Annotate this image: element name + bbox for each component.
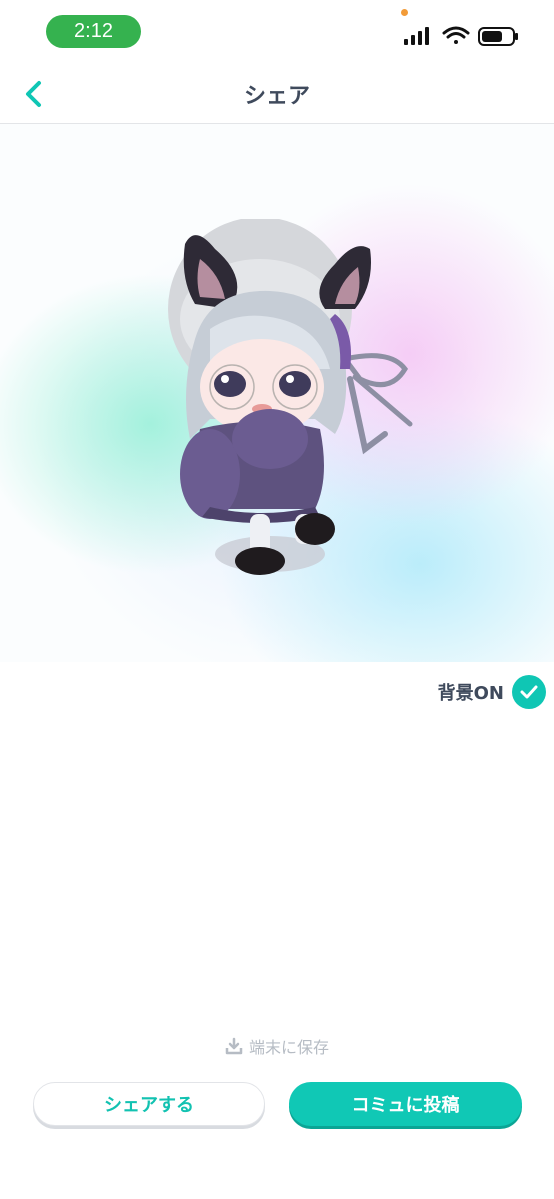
- signal-icon: [404, 27, 429, 45]
- save-to-device-label: 端末に保存: [248, 1038, 329, 1057]
- background-toggle[interactable]: 背景ON: [438, 674, 546, 710]
- privacy-indicator-dot: [401, 9, 408, 16]
- post-to-community-button[interactable]: コミュに投稿: [289, 1082, 522, 1126]
- status-icons: [404, 26, 518, 46]
- battery-icon: [478, 27, 518, 46]
- download-icon: [225, 1037, 243, 1055]
- page-title: シェア: [243, 84, 310, 109]
- background-toggle-label: 背景ON: [437, 683, 504, 704]
- status-bar: 2:12: [0, 0, 554, 62]
- save-to-device-button[interactable]: 端末に保存: [0, 1034, 554, 1058]
- share-button[interactable]: シェアする: [33, 1082, 265, 1126]
- check-icon: [512, 675, 546, 709]
- nav-header: シェア: [0, 62, 554, 124]
- wifi-icon: [442, 26, 470, 44]
- status-time: 2:12: [46, 15, 141, 48]
- avatar-preview: [0, 124, 554, 662]
- chibi-avatar-image: [168, 219, 413, 575]
